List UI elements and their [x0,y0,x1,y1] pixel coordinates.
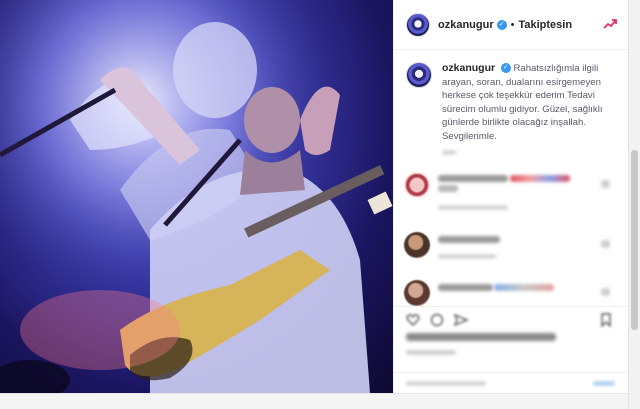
post-caption: ozkanugur ✓ Rahatsızlığımla ilgili araya… [406,62,621,143]
post-header: ozkanugur ✓ • Takiptesin [394,0,629,50]
comment-text [438,185,458,192]
add-comment-bar [394,372,629,393]
comment-author[interactable] [438,175,508,182]
post-action-bar [394,306,629,332]
comment-input[interactable] [406,381,486,386]
comment-author[interactable] [438,236,500,243]
post-comment-button[interactable] [593,381,615,386]
comment-like-icon[interactable] [601,180,610,188]
post-date [406,350,456,355]
bottom-edge-bar [0,393,628,409]
likes-count[interactable] [406,333,556,341]
comment-meta [438,205,508,210]
comment-icon[interactable] [430,313,444,327]
comment-item [404,232,616,272]
comment-like-icon[interactable] [601,240,610,248]
follow-status-button[interactable]: Takiptesin [518,19,572,31]
comment-avatar[interactable] [404,172,430,198]
share-icon[interactable] [454,313,468,327]
caption-username[interactable]: ozkanugur [442,62,495,74]
comment-text [510,175,570,182]
header-username[interactable]: ozkanugur [438,19,494,31]
caption-text: Rahatsızlığımla ilgili arayan, soran, du… [442,63,603,142]
caption-verified-badge-icon: ✓ [500,63,511,74]
bookmark-icon[interactable] [599,313,613,327]
page-scrollbar[interactable] [628,0,640,409]
concert-photo-illustration [0,0,393,393]
caption-timestamp [442,150,456,155]
heart-icon[interactable] [406,313,420,327]
comment-author[interactable] [438,284,493,291]
verified-badge-icon: ✓ [496,19,507,30]
caption-avatar[interactable] [406,62,432,88]
trend-up-icon[interactable] [603,17,617,31]
comment-item [404,172,616,212]
instagram-post: ozkanugur ✓ • Takiptesin ozkanugur ✓ Rah… [0,0,640,409]
post-side-panel: ozkanugur ✓ • Takiptesin ozkanugur ✓ Rah… [393,0,629,393]
profile-avatar[interactable] [406,12,430,37]
comment-text [494,284,554,291]
comment-like-icon[interactable] [601,288,610,296]
post-photo[interactable] [0,0,393,393]
caption-body: ozkanugur ✓ Rahatsızlığımla ilgili araya… [442,62,621,143]
comment-meta [438,254,496,259]
header-separator: • [510,18,515,31]
comment-avatar[interactable] [404,232,430,258]
comment-avatar[interactable] [404,280,430,306]
scrollbar-thumb[interactable] [631,150,638,330]
